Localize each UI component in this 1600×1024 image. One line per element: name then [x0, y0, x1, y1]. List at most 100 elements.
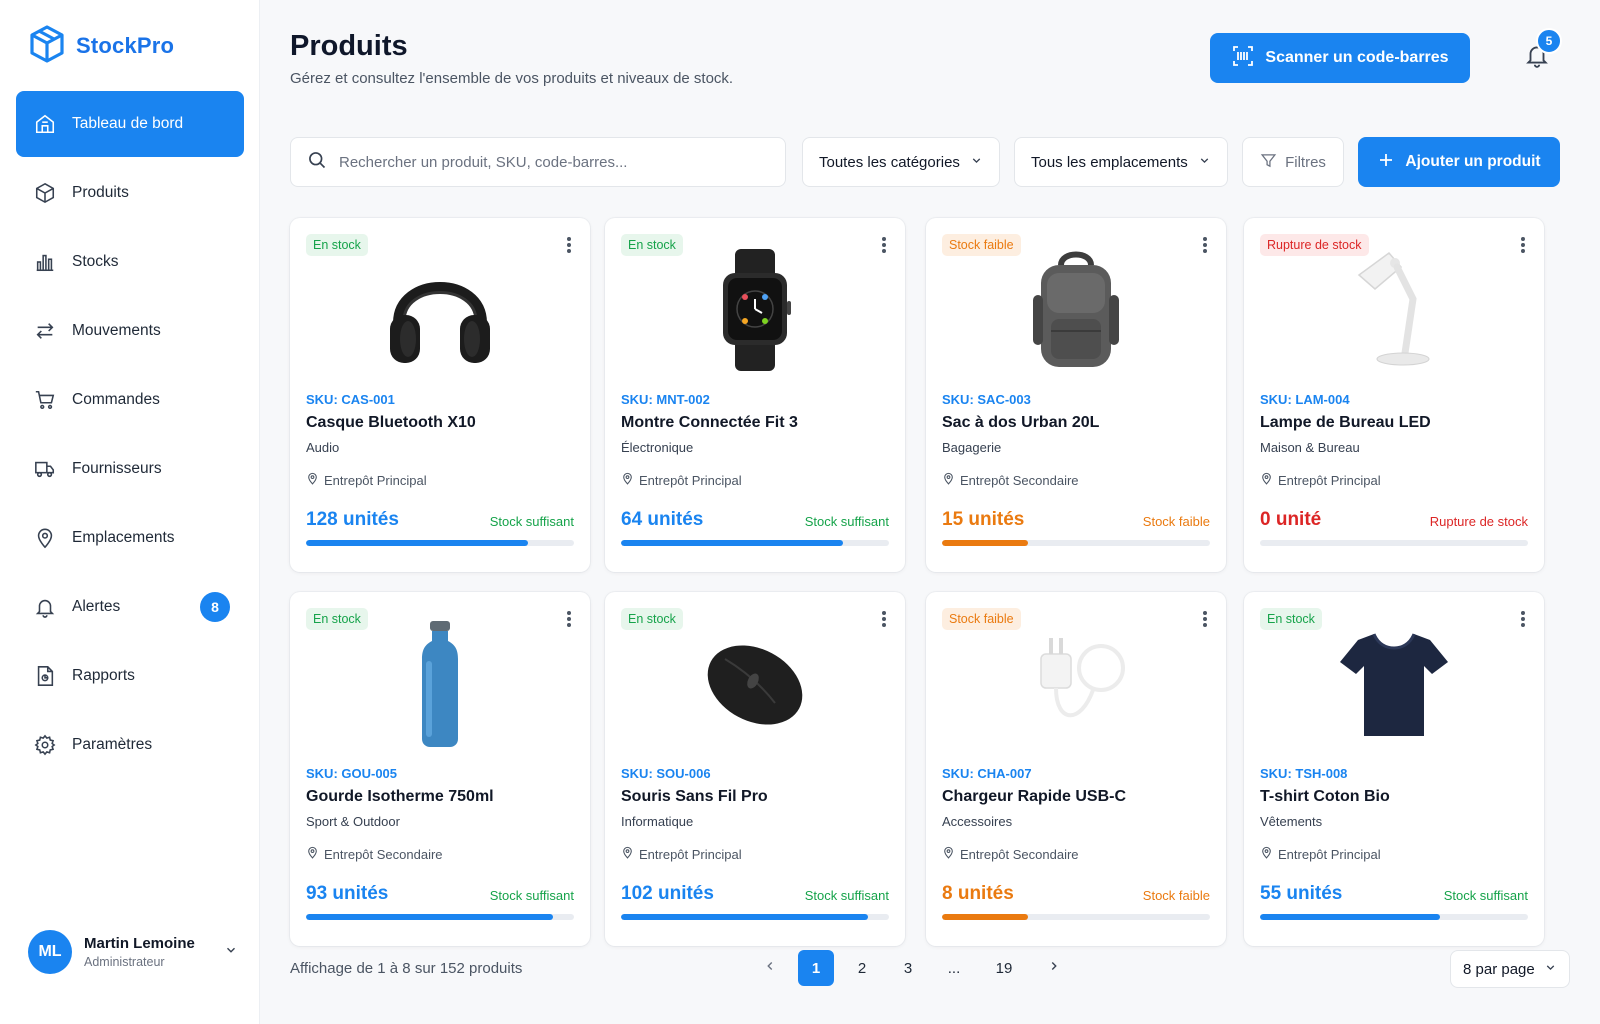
- more-options-icon[interactable]: [1518, 234, 1528, 256]
- page-button-3[interactable]: 3: [890, 950, 926, 986]
- product-sku: SKU: CAS-001: [306, 392, 395, 407]
- filters-button[interactable]: Filtres: [1242, 137, 1344, 187]
- brand[interactable]: StockPro: [28, 24, 174, 68]
- user-role: Administrateur: [84, 955, 165, 969]
- map-pin-icon: [34, 527, 56, 549]
- product-image: [1304, 240, 1484, 380]
- product-location: Entrepôt Secondaire: [306, 846, 443, 862]
- sidebar-item-locations[interactable]: Emplacements: [16, 505, 244, 571]
- box-icon: [34, 182, 56, 204]
- map-pin-icon: [1260, 472, 1273, 488]
- location-select[interactable]: Tous les emplacements: [1014, 137, 1228, 187]
- product-name[interactable]: Lampe de Bureau LED: [1260, 414, 1431, 432]
- product-location-label: Entrepôt Principal: [1278, 472, 1381, 488]
- product-name[interactable]: Gourde Isotherme 750ml: [306, 788, 494, 806]
- page-button-1[interactable]: 1: [798, 950, 834, 986]
- stock-level-bar: [1260, 540, 1528, 546]
- add-product-button[interactable]: Ajouter un produit: [1358, 137, 1560, 187]
- sidebar-item-products[interactable]: Produits: [16, 160, 244, 226]
- map-pin-icon: [306, 472, 319, 488]
- more-options-icon[interactable]: [1200, 234, 1210, 256]
- sidebar-item-reports[interactable]: Rapports: [16, 643, 244, 709]
- chevron-right-icon: [1047, 959, 1061, 977]
- page-button-2[interactable]: 2: [844, 950, 880, 986]
- per-page-value: 8 par page: [1463, 960, 1535, 978]
- stock-level-bar: [942, 540, 1210, 546]
- product-card[interactable]: En stock SKU: GOU-005 Gourde Isotherme 750…: [290, 592, 590, 946]
- product-name[interactable]: Chargeur Rapide USB-C: [942, 788, 1126, 806]
- product-category: Informatique: [621, 814, 694, 829]
- product-card[interactable]: Rupture de stock SKU: LAM-004 Lampe de Bur…: [1244, 218, 1544, 572]
- sidebar-item-stocks[interactable]: Stocks: [16, 229, 244, 295]
- product-card[interactable]: En stock SKU: CAS-001 Casque Bluetooth X10…: [290, 218, 590, 572]
- user-menu[interactable]: ML Martin Lemoine Administrateur: [28, 928, 238, 976]
- product-quantity: 93 unités: [306, 883, 389, 904]
- pagination: 1 2 3 ... 19: [752, 950, 1072, 986]
- product-name[interactable]: Souris Sans Fil Pro: [621, 788, 768, 806]
- more-options-icon[interactable]: [564, 608, 574, 630]
- stock-level-bar: [621, 540, 889, 546]
- search-input[interactable]: [339, 153, 759, 171]
- sidebar-item-movements[interactable]: Mouvements: [16, 298, 244, 364]
- sidebar-item-alerts[interactable]: Alertes 8: [16, 574, 244, 640]
- toolbar: Toutes les catégories Tous les emplaceme…: [290, 137, 1570, 189]
- sidebar-item-settings[interactable]: Paramètres: [16, 712, 244, 778]
- user-name: Martin Lemoine: [84, 935, 195, 952]
- product-name[interactable]: Montre Connectée Fit 3: [621, 414, 798, 432]
- product-location: Entrepôt Principal: [621, 472, 742, 488]
- more-options-icon[interactable]: [564, 234, 574, 256]
- product-card[interactable]: Stock faible SKU: SAC-003 Sac à dos Urban …: [926, 218, 1226, 572]
- product-name[interactable]: Sac à dos Urban 20L: [942, 414, 1099, 432]
- notifications-button[interactable]: 5: [1512, 28, 1562, 82]
- stock-level-status: Stock suffisant: [489, 888, 574, 903]
- prev-page-button[interactable]: [752, 950, 788, 986]
- product-card[interactable]: En stock SKU: TSH-008 T-shirt Coton Bio Vêt…: [1244, 592, 1544, 946]
- product-category: Sport & Outdoor: [306, 814, 400, 829]
- stock-level-bar: [1260, 914, 1528, 920]
- more-options-icon[interactable]: [879, 608, 889, 630]
- chevron-down-icon[interactable]: [224, 943, 238, 962]
- map-pin-icon: [1260, 846, 1273, 862]
- product-category: Maison & Bureau: [1260, 440, 1360, 455]
- product-location: Entrepôt Secondaire: [942, 472, 1079, 488]
- alerts-count-badge: 8: [200, 592, 230, 622]
- product-sku: SKU: GOU-005: [306, 766, 398, 781]
- product-location-label: Entrepôt Principal: [1278, 846, 1381, 862]
- sidebar-item-suppliers[interactable]: Fournisseurs: [16, 436, 244, 502]
- cart-icon: [34, 389, 56, 411]
- category-select[interactable]: Toutes les catégories: [802, 137, 1000, 187]
- stock-level-status: Rupture de stock: [1429, 514, 1528, 529]
- product-category: Électronique: [621, 440, 694, 455]
- page-button-19[interactable]: 19: [982, 950, 1026, 986]
- product-name[interactable]: Casque Bluetooth X10: [306, 414, 476, 432]
- chevron-down-icon: [1544, 961, 1557, 978]
- product-location: Entrepôt Principal: [306, 472, 427, 488]
- product-quantity: 128 unités: [306, 509, 399, 530]
- stock-level-bar: [621, 914, 889, 920]
- bar-chart-icon: [34, 251, 56, 273]
- bell-icon: [34, 596, 56, 618]
- product-quantity: 15 unités: [942, 509, 1025, 530]
- product-location-label: Entrepôt Secondaire: [960, 846, 1079, 862]
- more-options-icon[interactable]: [1518, 608, 1528, 630]
- product-name[interactable]: T-shirt Coton Bio: [1260, 788, 1390, 806]
- product-card[interactable]: En stock SKU: SOU-006 Souris Sans Fil Pro I…: [605, 592, 905, 946]
- sidebar-item-orders[interactable]: Commandes: [16, 367, 244, 433]
- sidebar-item-label: Emplacements: [72, 529, 175, 546]
- page-ellipsis: ...: [947, 959, 961, 977]
- product-image: [350, 240, 530, 380]
- arrows-swap-icon: [34, 320, 56, 342]
- stock-level-status: Stock suffisant: [1443, 888, 1528, 903]
- next-page-button[interactable]: [1036, 950, 1072, 986]
- product-card[interactable]: En stock SKU: MNT-002 Montre Connectée Fit…: [605, 218, 905, 572]
- sidebar-item-dashboard[interactable]: Tableau de bord: [16, 91, 244, 157]
- product-location: Entrepôt Principal: [1260, 846, 1381, 862]
- sidebar-item-label: Fournisseurs: [72, 460, 162, 477]
- product-sku: SKU: SOU-006: [621, 766, 711, 781]
- sidebar-item-label: Tableau de bord: [72, 115, 184, 132]
- scan-barcode-button[interactable]: Scanner un code-barres: [1210, 33, 1470, 83]
- more-options-icon[interactable]: [1200, 608, 1210, 630]
- more-options-icon[interactable]: [879, 234, 889, 256]
- per-page-select[interactable]: 8 par page: [1450, 950, 1570, 988]
- product-card[interactable]: Stock faible SKU: CHA-007 Chargeur Rapide …: [926, 592, 1226, 946]
